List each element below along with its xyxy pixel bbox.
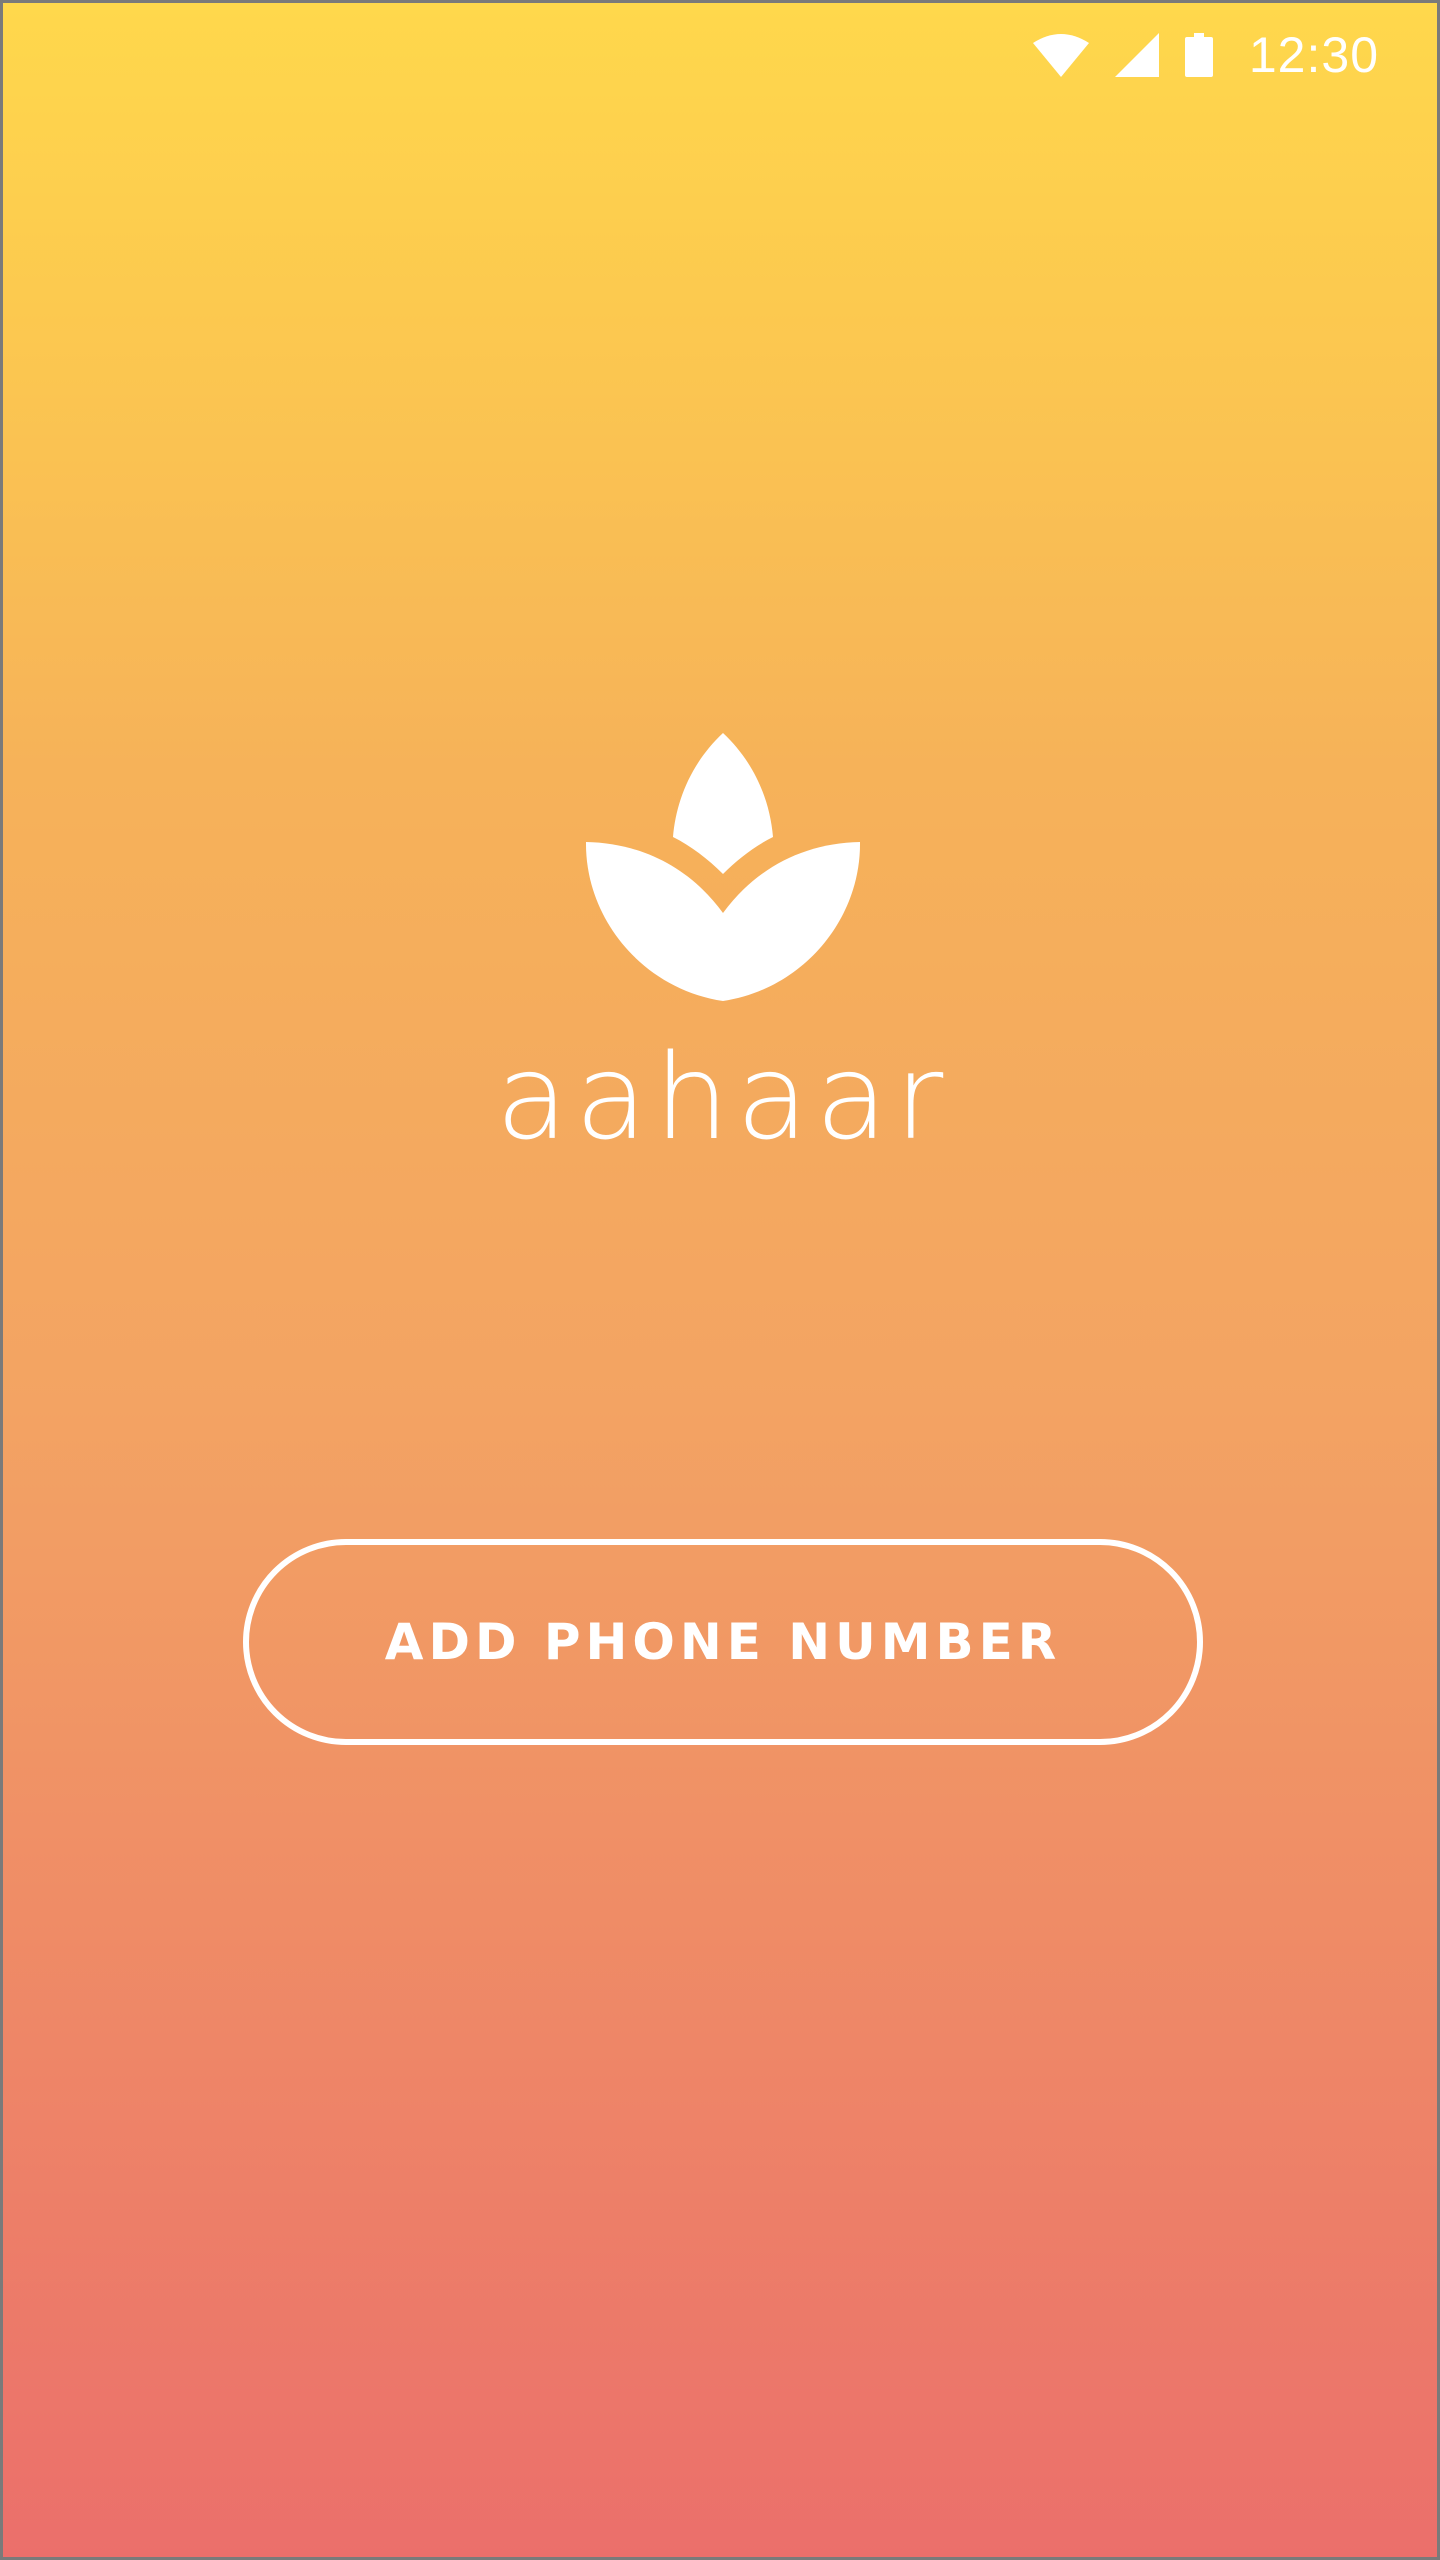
add-phone-number-button[interactable]: ADD PHONE NUMBER [243, 1539, 1203, 1745]
cell-signal-icon [1114, 33, 1159, 77]
status-bar: 12:30 [1032, 25, 1379, 85]
wifi-icon [1032, 33, 1089, 77]
battery-icon [1184, 33, 1213, 77]
lotus-leaf-logo [583, 729, 863, 1005]
onboarding-screen: 12:30 aahaar ADD PHONE NUMBER [0, 0, 1440, 2560]
add-phone-number-label: ADD PHONE NUMBER [384, 1613, 1062, 1671]
status-time: 12:30 [1248, 27, 1379, 83]
app-name: aahaar [495, 1028, 951, 1166]
